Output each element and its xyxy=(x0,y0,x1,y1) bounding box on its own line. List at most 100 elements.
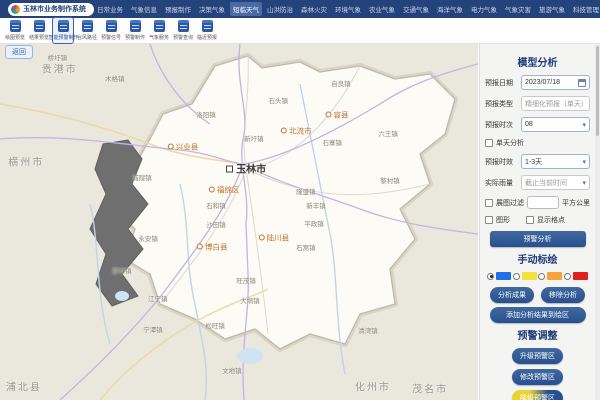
sub-nav-tab[interactable]: 预警查询 xyxy=(172,17,194,44)
sub-nav-tab[interactable]: 预警信号 xyxy=(100,17,122,44)
map-label: 清湾镇 xyxy=(358,325,378,335)
overlay-analysis-button[interactable]: 添加分析结果到绘区 xyxy=(490,307,586,323)
map-label: 桥圩镇 xyxy=(48,52,68,62)
top-nav-item[interactable]: 日常业务 xyxy=(94,2,126,16)
top-nav-item[interactable]: 短临天气 xyxy=(230,2,262,16)
sub-nav-tab[interactable]: 气象服务 xyxy=(148,17,170,44)
forecast-type-value: 精细化预报（单天） xyxy=(525,99,586,109)
single-day-checkbox[interactable] xyxy=(485,139,493,147)
top-nav-item[interactable]: 决策气象 xyxy=(196,2,228,16)
sub-nav-tab[interactable]: 结果预览 xyxy=(28,17,50,44)
map-label: 松旺镇 xyxy=(205,320,225,330)
top-nav-item[interactable]: 预报制作 xyxy=(162,2,194,16)
forecast-validity-select[interactable]: 1-3天 ▾ xyxy=(521,154,590,169)
map-label: 江宁镇 xyxy=(148,293,168,303)
sub-nav-tab[interactable]: 临近预报 xyxy=(196,17,218,44)
top-nav-item[interactable]: 电力气象 xyxy=(468,2,500,16)
map-label: 陆川县 xyxy=(259,233,290,244)
radio-icon xyxy=(538,273,545,280)
sub-nav-tab-label: 结果预览 xyxy=(29,33,49,40)
scrollbar-thumb[interactable] xyxy=(596,46,599,136)
forecast-type-input[interactable]: 精细化预报（单天） xyxy=(521,96,590,111)
graphic-checkbox[interactable] xyxy=(485,216,493,224)
map-label: 沙田镇 xyxy=(206,219,226,229)
sidebar-scrollbar[interactable] xyxy=(595,44,600,400)
top-nav-item[interactable]: 科技管理 xyxy=(570,2,600,16)
map-label: 城隍镇 xyxy=(132,172,152,182)
modify-warning-button[interactable]: 修改预警区 xyxy=(512,369,563,385)
map-label: 平政镇 xyxy=(304,218,324,228)
reservoir xyxy=(237,348,263,364)
map-label: 黎村镇 xyxy=(380,175,400,185)
warning-analysis-button[interactable]: 预警分析 xyxy=(490,231,586,247)
radio-icon xyxy=(564,273,571,280)
chevron-down-icon: ▾ xyxy=(582,121,586,129)
upgrade-warning-button[interactable]: 升级预警区 xyxy=(512,348,563,364)
forecast-validity-label: 预报时效 xyxy=(485,157,518,167)
color-swatch xyxy=(522,272,537,280)
forecast-time-row: 预报时次 08 ▾ xyxy=(485,117,590,132)
top-nav-item[interactable]: 气象信息 xyxy=(128,2,160,16)
top-nav-item[interactable]: 山洪防治 xyxy=(264,2,296,16)
remove-analysis-button[interactable]: 移除分析 xyxy=(541,287,585,303)
top-nav-item[interactable]: 森林火灾 xyxy=(298,2,330,16)
map-label: 茂名市 xyxy=(412,380,448,395)
graphic-label: 图形 xyxy=(496,215,510,225)
actual-rain-select[interactable]: 截止当前时间 ▾ xyxy=(521,175,590,190)
forecast-date-row: 预报日期 2023/07/18 xyxy=(485,75,590,90)
warning-adjust-buttons: 升级预警区 修改预警区 降级预警区 清空绘图区 xyxy=(485,348,590,400)
model-analysis-title: 模型分析 xyxy=(485,54,590,69)
actual-rain-value: 截止当前时间 xyxy=(525,178,567,188)
top-nav-item[interactable]: 环境气象 xyxy=(332,2,364,16)
sub-nav-tab-label: 预警制作 xyxy=(125,33,145,40)
forecast-time-select[interactable]: 08 ▾ xyxy=(521,117,590,132)
document-icon xyxy=(178,20,189,32)
top-navbar: 玉林市业务制作系统 日常业务气象信息预报制作决策气象短临天气山洪防治森林火灾环境… xyxy=(0,0,600,18)
map-label: 贵港市 xyxy=(42,60,78,75)
top-nav-item[interactable]: 气象灾害 xyxy=(502,2,534,16)
area-filter-input[interactable] xyxy=(527,196,559,209)
map-label: 容县 xyxy=(325,109,348,120)
sub-nav-tab[interactable]: 预警制作 xyxy=(124,17,146,44)
map-label: 新圩镇 xyxy=(244,133,264,143)
top-nav-item[interactable]: 交通气象 xyxy=(400,2,432,16)
top-nav-item[interactable]: 旅游气象 xyxy=(536,2,568,16)
color-swatch xyxy=(496,272,511,280)
back-button[interactable]: 返回 xyxy=(5,45,33,59)
sub-nav-tab[interactable]: 绘图预览 xyxy=(4,17,26,44)
area-filter-unit: 平方公里 xyxy=(562,198,590,208)
grid-checkbox[interactable] xyxy=(526,216,534,224)
area-filter-checkbox[interactable] xyxy=(485,199,493,207)
sub-nav-tab[interactable]: 智能预警制作 xyxy=(52,17,74,44)
top-nav-item[interactable]: 海洋气象 xyxy=(434,2,466,16)
top-nav-item[interactable]: 农业气象 xyxy=(366,2,398,16)
map-label: 石寨镇 xyxy=(322,137,342,147)
sub-nav-tab-label: 气象服务 xyxy=(149,33,169,40)
logo-icon xyxy=(11,5,20,14)
forecast-validity-row: 预报时效 1-3天 ▾ xyxy=(485,154,590,169)
sub-nav-tabbar: 绘图预览 结果预览 智能预警制作 台风路径 预警信号 预警制作 气象服务 xyxy=(0,18,600,44)
color-radio-option[interactable] xyxy=(487,272,511,280)
sub-nav-tab[interactable]: 台风路径 xyxy=(76,17,98,44)
calendar-icon[interactable] xyxy=(578,79,586,87)
map-label: 石和镇 xyxy=(206,200,226,210)
map-canvas[interactable]: 贵港市横州市浦北县化州市茂名市玉林市兴业县容县北流市福绵区陆川县博白县桥圩镇木格… xyxy=(0,44,478,400)
radio-icon xyxy=(487,273,494,280)
color-radio-option[interactable] xyxy=(538,272,562,280)
map-label: 石窝镇 xyxy=(296,242,316,252)
analysis-result-button[interactable]: 分析成果 xyxy=(490,287,534,303)
downgrade-warning-button[interactable]: 降级预警区 xyxy=(512,390,563,400)
map-label: 博白县 xyxy=(197,241,228,252)
color-radio-option[interactable] xyxy=(564,272,588,280)
map-label: 玉林市 xyxy=(226,160,266,175)
draw-color-radios xyxy=(487,272,588,280)
analysis-sidebar: 模型分析 预报日期 2023/07/18 预报类型 精细化预报（单天） 预报时次… xyxy=(479,44,595,400)
manual-draw-title: 手动标绘 xyxy=(485,251,590,266)
color-radio-option[interactable] xyxy=(513,272,537,280)
document-icon xyxy=(34,20,45,32)
forecast-date-input[interactable]: 2023/07/18 xyxy=(521,75,590,90)
document-icon xyxy=(202,20,213,32)
map-label: 化州市 xyxy=(355,378,391,393)
map-base-layer xyxy=(0,44,478,400)
map-label: 浦北县 xyxy=(6,378,42,393)
